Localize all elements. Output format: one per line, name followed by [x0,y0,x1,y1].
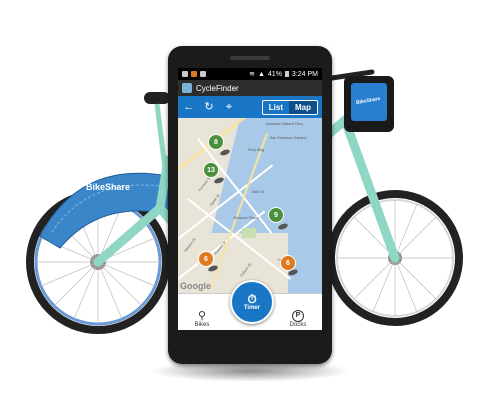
map-label: Folsom St [239,262,253,278]
parking-icon: P [292,310,304,322]
phone-screen: ≋ ▲ 41% 3:24 PM CycleFinder ← ↻ ⌖ List M… [178,68,322,330]
battery-level: 41% [267,70,282,78]
tab-map[interactable]: Map [289,100,317,114]
nav-docks-label: Docks [289,322,307,328]
map-label: Mission St [183,237,197,253]
timer-label: Timer [243,305,261,311]
status-bar: ≋ ▲ 41% 3:24 PM [178,68,322,80]
battery-icon [284,71,289,77]
map-toolbar: ← ↻ ⌖ List Map [178,96,322,118]
app-title: CycleFinder [196,83,239,93]
app-bike-icon [182,83,192,93]
notification-icon [191,71,197,77]
wifi-icon: ≋ [249,71,255,78]
scene: BikeShare BikeShare ≋ ▲ 41% 3:24 PM Cycl… [0,0,500,401]
view-toggle: List Map [261,99,318,115]
station-pin[interactable]: 8 [208,134,224,150]
map-label: Main St [252,190,264,194]
map-label: San Francisco-Oakland [270,136,307,140]
back-arrow-icon[interactable]: ← [182,100,196,114]
phone-speaker [230,56,270,60]
bike-icon: ⚲ [197,310,207,322]
map-label: Beacon Place [234,215,259,220]
map-label: Alameda-Oakland Ferry [266,122,304,126]
stopwatch-icon: ⏱ [247,292,257,306]
notification-icon [182,71,188,77]
notification-icon [200,71,206,77]
app-title-bar: CycleFinder [178,80,322,96]
map-label: Ferry Bldg [248,148,265,152]
phone: ≋ ▲ 41% 3:24 PM CycleFinder ← ↻ ⌖ List M… [168,46,332,364]
map-label: Fremont St [197,175,212,193]
nav-bikes-label: Bikes [194,322,210,328]
park-area [242,228,256,238]
station-pin[interactable]: 6 [198,251,214,267]
bottom-nav: ⚲ Bikes P Docks ⏱ Timer [178,280,322,330]
tab-list[interactable]: List [263,101,289,114]
nav-bikes[interactable]: ⚲ Bikes [182,310,222,328]
station-pin[interactable]: 6 [280,255,296,271]
clock: 3:24 PM [291,70,318,78]
nav-docks[interactable]: P Docks [278,310,318,328]
signal-icon: ▲ [257,70,265,78]
bike-brand-label: BikeShare [86,182,131,192]
timer-button[interactable]: ⏱ Timer [230,280,274,324]
map-view[interactable]: Alameda-Oakland Ferry San Francisco-Oakl… [178,118,322,293]
bike-display-unit [344,76,394,132]
bike-seat [144,92,170,104]
locate-icon[interactable]: ⌖ [222,100,236,114]
map-attribution: Google [180,281,211,291]
station-pin[interactable]: 13 [203,162,219,178]
station-pin[interactable]: 9 [268,207,284,223]
refresh-icon[interactable]: ↻ [202,100,216,114]
